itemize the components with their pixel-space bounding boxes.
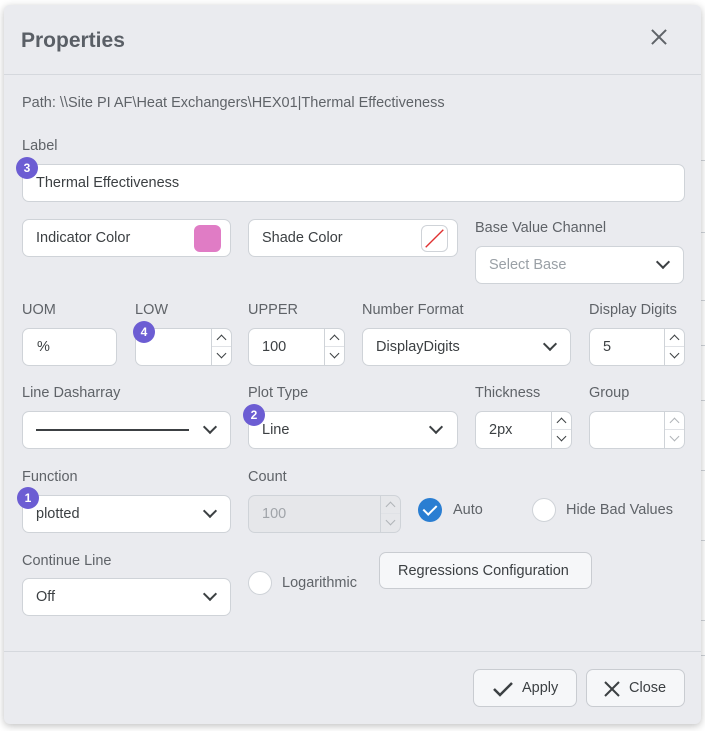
low-stepper[interactable]: [211, 329, 231, 365]
number-format-label: Number Format: [362, 302, 464, 318]
chevron-down-icon: [202, 503, 218, 519]
upper-label: UPPER: [248, 302, 298, 318]
uom-label: UOM: [22, 302, 56, 318]
solid-line-preview: [36, 429, 189, 431]
number-format-select[interactable]: DisplayDigits: [362, 328, 571, 366]
upper-input[interactable]: 100: [248, 328, 345, 366]
step-badge-3: 3: [16, 157, 38, 179]
apply-label: Apply: [522, 680, 559, 696]
display-digits-value: 5: [603, 339, 612, 355]
count-stepper[interactable]: [380, 496, 400, 532]
chevron-down-icon: [542, 336, 558, 352]
function-label: Function: [22, 469, 78, 485]
step-badge-1: 1: [17, 487, 39, 509]
increment-icon[interactable]: [552, 412, 571, 430]
base-value-channel-placeholder: Select Base: [489, 257, 567, 273]
close-icon[interactable]: [648, 27, 670, 49]
increment-icon[interactable]: [381, 496, 400, 514]
decrement-icon[interactable]: [665, 430, 684, 448]
close-button[interactable]: Close: [586, 669, 685, 707]
shade-color-picker[interactable]: Shade Color: [248, 219, 458, 257]
logarithmic-label: Logarithmic: [282, 575, 357, 591]
chevron-down-icon: [202, 419, 218, 435]
display-digits-input[interactable]: 5: [589, 328, 685, 366]
continue-line-select[interactable]: Off: [22, 578, 231, 616]
line-dasharray-label: Line Dasharray: [22, 385, 121, 401]
plot-type-select[interactable]: Line: [248, 411, 458, 449]
upper-stepper[interactable]: [324, 329, 344, 365]
regressions-configuration-label: Regressions Configuration: [398, 563, 569, 579]
plot-type-value: Line: [262, 422, 290, 438]
hide-bad-values-checkbox[interactable]: [532, 498, 556, 522]
thickness-value: 2px: [489, 422, 513, 438]
upper-value: 100: [262, 339, 287, 355]
group-stepper[interactable]: [664, 412, 684, 448]
logarithmic-checkbox[interactable]: [248, 571, 272, 595]
indicator-color-label: Indicator Color: [36, 230, 131, 246]
number-format-value: DisplayDigits: [376, 339, 460, 355]
thickness-input[interactable]: 2px: [475, 411, 572, 449]
thickness-label: Thickness: [475, 385, 541, 401]
increment-icon[interactable]: [212, 329, 231, 347]
indicator-color-swatch: [194, 225, 221, 252]
auto-checkbox[interactable]: [418, 498, 442, 522]
plot-type-label: Plot Type: [248, 385, 309, 401]
apply-button[interactable]: Apply: [473, 669, 577, 707]
group-input[interactable]: [589, 411, 685, 449]
continue-line-label: Continue Line: [22, 553, 112, 569]
properties-dialog: Properties Path: \\Site PI AF\Heat Excha…: [4, 5, 701, 724]
chevron-down-icon: [655, 254, 671, 270]
label-input-value: Thermal Effectiveness: [36, 175, 180, 191]
decrement-icon[interactable]: [665, 347, 684, 365]
close-icon: [604, 681, 620, 697]
display-digits-stepper[interactable]: [664, 329, 684, 365]
thickness-stepper[interactable]: [551, 412, 571, 448]
decrement-icon[interactable]: [212, 347, 231, 365]
step-badge-2: 2: [243, 404, 265, 426]
decrement-icon[interactable]: [552, 430, 571, 448]
increment-icon[interactable]: [665, 412, 684, 430]
label-input[interactable]: Thermal Effectiveness: [22, 164, 685, 202]
group-label: Group: [589, 385, 630, 401]
count-input[interactable]: 100: [248, 495, 401, 533]
dialog-header: Properties: [4, 5, 701, 75]
path-text: Path: \\Site PI AF\Heat Exchangers\HEX01…: [22, 95, 445, 111]
footer-divider: [4, 651, 701, 652]
increment-icon[interactable]: [325, 329, 344, 347]
step-badge-4: 4: [133, 321, 155, 343]
chevron-down-icon: [202, 586, 218, 602]
regressions-configuration-button[interactable]: Regressions Configuration: [379, 552, 592, 589]
low-label: LOW: [135, 302, 169, 318]
base-value-channel-select[interactable]: Select Base: [475, 246, 684, 284]
count-label: Count: [248, 469, 287, 485]
function-value: plotted: [36, 506, 80, 522]
chevron-down-icon: [428, 419, 444, 435]
indicator-color-picker[interactable]: Indicator Color: [22, 219, 231, 257]
label-field-label: Label: [22, 138, 58, 154]
auto-label: Auto: [453, 502, 483, 518]
uom-input[interactable]: %: [22, 328, 117, 366]
hide-bad-values-label: Hide Bad Values: [566, 502, 673, 518]
no-color-icon: [421, 225, 448, 252]
base-value-channel-label: Base Value Channel: [475, 220, 607, 236]
increment-icon[interactable]: [665, 329, 684, 347]
display-digits-label: Display Digits: [589, 302, 677, 318]
line-dasharray-select[interactable]: [22, 411, 231, 449]
count-value: 100: [262, 506, 287, 522]
continue-line-value: Off: [36, 589, 56, 605]
check-icon: [493, 682, 513, 697]
dialog-title: Properties: [21, 29, 125, 52]
shade-color-label: Shade Color: [262, 230, 343, 246]
decrement-icon[interactable]: [381, 514, 400, 532]
close-label: Close: [629, 680, 667, 696]
decrement-icon[interactable]: [325, 347, 344, 365]
uom-value: %: [37, 339, 50, 355]
function-select[interactable]: plotted: [22, 495, 231, 533]
